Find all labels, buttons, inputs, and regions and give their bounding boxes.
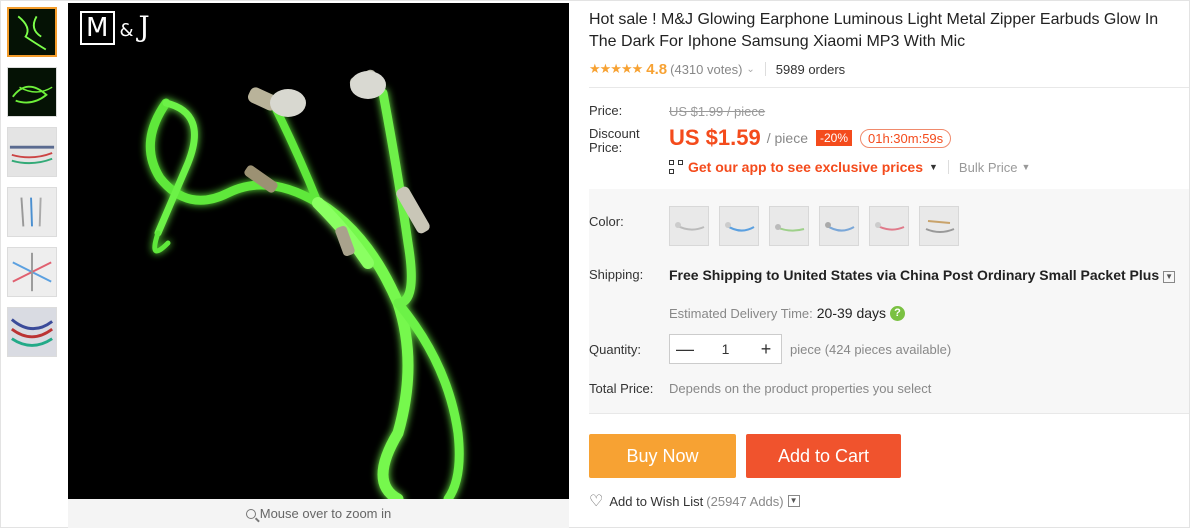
delivery-days: 20-39 days: [816, 305, 887, 321]
brand-logo: M & J: [80, 9, 151, 45]
caret-down-icon[interactable]: ▼: [1021, 162, 1030, 172]
delivery-estimate: Estimated Delivery Time: 20-39 days ?: [669, 305, 906, 321]
shipping-method[interactable]: Free Shipping to United States via China…: [669, 266, 1185, 285]
app-prices-link[interactable]: Get our app to see exclusive prices: [688, 159, 923, 175]
votes-link[interactable]: (4310 votes): [670, 62, 742, 77]
product-page: M & J Mouse over to zoom in Hot sale ! M&J…: [0, 0, 1190, 528]
chevron-down-icon[interactable]: ▼: [1163, 271, 1176, 283]
quantity-decrease-button[interactable]: —: [670, 339, 700, 360]
shipping-label: Shipping:: [589, 267, 644, 282]
chevron-down-icon[interactable]: ▼: [787, 495, 800, 507]
wishlist-row[interactable]: ♡ Add to Wish List (25947 Adds) ▼: [589, 491, 800, 511]
heart-plus-icon[interactable]: ♡: [589, 491, 603, 511]
wishlist-count: (25947 Adds): [706, 493, 784, 509]
thumbnail-6[interactable]: [7, 307, 57, 357]
orders-count: 5989 orders: [775, 61, 846, 77]
discount-price-label: Discount Price:: [589, 126, 640, 155]
help-icon[interactable]: ?: [890, 305, 906, 321]
buy-now-button[interactable]: Buy Now: [589, 434, 736, 478]
color-swatch[interactable]: [819, 206, 859, 246]
color-label: Color:: [589, 214, 624, 229]
divider: [589, 87, 1189, 88]
color-swatch[interactable]: [719, 206, 759, 246]
original-price: US $1.99 / piece: [669, 104, 766, 119]
color-swatches: [669, 206, 969, 246]
rating-row: ★★★★★ 4.8 (4310 votes) ⌄ 5989 orders: [589, 59, 845, 79]
caret-down-icon[interactable]: ▼: [929, 162, 938, 172]
thumbnail-4[interactable]: [7, 187, 57, 237]
countdown-timer: 01h:30m:59s: [860, 128, 952, 148]
chevron-down-icon[interactable]: ⌄: [746, 64, 754, 75]
thumbnail-5[interactable]: [7, 247, 57, 297]
app-promo-row: Get our app to see exclusive prices ▼ Bu…: [669, 159, 1030, 175]
total-price-note: Depends on the product properties you se…: [669, 381, 932, 396]
glowing-earphones-illustration: [145, 69, 464, 499]
thumbnail-2[interactable]: [7, 67, 57, 117]
price-unit: / piece: [766, 130, 808, 146]
rating-value: 4.8: [646, 60, 668, 78]
magnifier-icon: [245, 509, 256, 519]
color-swatch[interactable]: [919, 206, 959, 246]
color-swatch[interactable]: [669, 206, 709, 246]
add-to-cart-button[interactable]: Add to Cart: [746, 434, 901, 478]
divider: [764, 62, 766, 76]
quantity-stepper: — 1 +: [669, 334, 782, 364]
thumbnail-1[interactable]: [7, 7, 57, 57]
rating-stars-icon: ★★★★★: [589, 61, 643, 76]
add-to-wishlist-link[interactable]: Add to Wish List: [609, 494, 703, 509]
product-title: Hot sale ! M&J Glowing Earphone Luminous…: [589, 11, 1159, 50]
thumbnail-3[interactable]: [7, 127, 57, 177]
zoom-hint: Mouse over to zoom in: [68, 499, 569, 528]
divider: [947, 160, 949, 174]
quantity-label: Quantity:: [589, 342, 642, 357]
color-swatch[interactable]: [869, 206, 909, 246]
total-price-label: Total Price:: [589, 381, 654, 396]
main-product-image[interactable]: M & J: [68, 3, 569, 499]
quantity-available: piece (424 pieces available): [790, 342, 952, 357]
price-label: Price:: [589, 103, 623, 118]
discount-price: US $1.59: [669, 125, 761, 150]
color-swatch[interactable]: [769, 206, 809, 246]
quantity-input[interactable]: 1: [700, 341, 751, 357]
quantity-increase-button[interactable]: +: [751, 339, 781, 360]
discount-badge: -20%: [815, 130, 852, 146]
bulk-price-link[interactable]: Bulk Price: [959, 160, 1018, 175]
discount-price-row: US $1.59 / piece -20% 01h:30m:59s: [669, 125, 952, 151]
qr-code-icon: [669, 160, 683, 174]
divider: [589, 413, 1189, 414]
thumbnail-list: [7, 7, 59, 367]
